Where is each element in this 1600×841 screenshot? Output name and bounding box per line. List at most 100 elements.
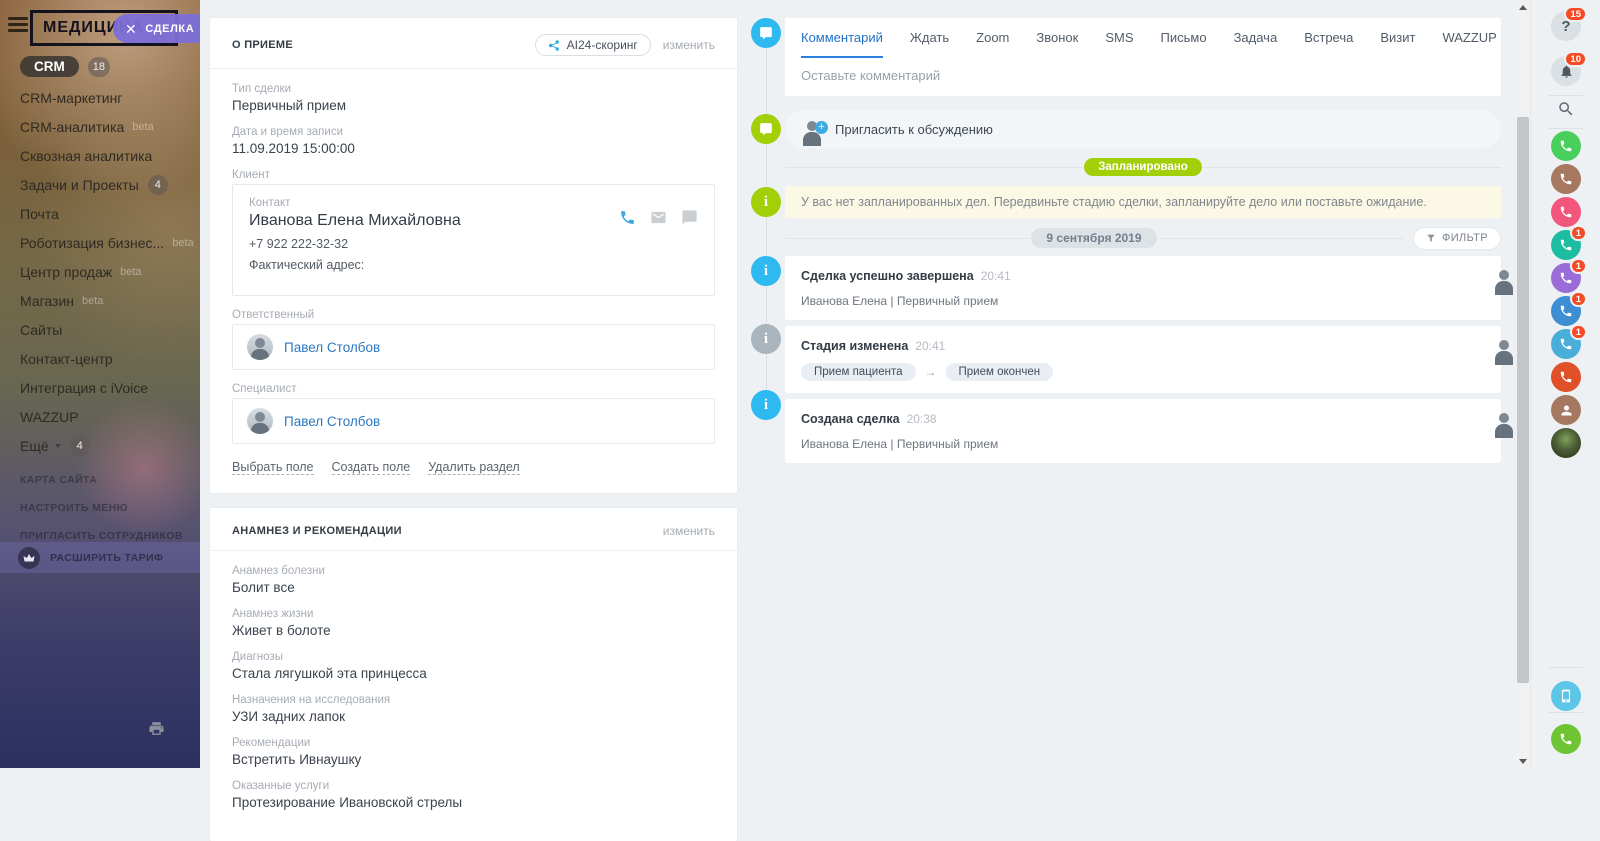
tab-call[interactable]: Звонок <box>1036 18 1078 58</box>
sidebar-item-contact-center[interactable]: Контакт-центр <box>0 344 200 373</box>
sidebar-item-sites[interactable]: Сайты <box>0 315 200 344</box>
field-client: Клиент Контакт Иванова Елена Михайловна <box>232 169 715 296</box>
contact-address-label: Фактический адрес: <box>249 258 698 272</box>
delete-section-link[interactable]: Удалить раздел <box>428 460 520 475</box>
ai-scoring-button[interactable]: AI24-скоринг <box>535 34 651 56</box>
close-icon[interactable]: ✕ <box>125 22 137 36</box>
notifications-bell-icon[interactable]: 10 <box>1551 56 1581 86</box>
sidebar-item-ivoice[interactable]: Интеграция с iVoice <box>0 373 200 402</box>
sidebar-item-more[interactable]: Ещё4 <box>0 431 200 460</box>
divider <box>1549 128 1583 129</box>
tab-email[interactable]: Письмо <box>1161 18 1207 58</box>
tab-task[interactable]: Задача <box>1234 18 1278 58</box>
search-icon[interactable] <box>1551 94 1581 124</box>
sidebar-item-crm-marketing[interactable]: CRM-маркетинг <box>0 83 200 112</box>
hamburger-menu-icon[interactable] <box>8 17 28 33</box>
email-icon[interactable] <box>650 209 667 226</box>
comment-node-icon <box>751 18 781 48</box>
crm-count-badge: 18 <box>88 57 110 77</box>
invite-to-discussion-button[interactable]: + Пригласить к обсуждению <box>785 110 1501 148</box>
sidebar-nav: CRM 18 CRM-маркетинг CRM-аналитикаbeta С… <box>0 52 200 460</box>
phone-green-icon[interactable] <box>1551 131 1581 161</box>
phone-pink-icon[interactable] <box>1551 197 1581 227</box>
field-life-anamnesis: Анамнез жизни Живет в болоте <box>232 608 715 638</box>
section-title: О ПРИЕМЕ <box>232 39 293 51</box>
phone-blue-icon[interactable]: 1 <box>1551 296 1581 326</box>
edit-section-link[interactable]: изменить <box>663 38 715 52</box>
timeline-entry-stage-changed[interactable]: Стадия изменена20:41 Прием пациента → Пр… <box>785 326 1501 393</box>
tab-zoom[interactable]: Zoom <box>976 18 1009 58</box>
timeline-stream: Комментарий Ждать Zoom Звонок SMS Письмо… <box>785 18 1501 463</box>
specialist-user-link[interactable]: Павел Столбов <box>284 414 380 429</box>
entry-info-icon: i <box>751 390 781 420</box>
timeline-entry-deal-completed[interactable]: Сделка успешно завершена20:41 Иванова Ел… <box>785 256 1501 320</box>
sidebar-item-crm-analytics[interactable]: CRM-аналитикаbeta <box>0 112 200 141</box>
phone-lightblue-icon[interactable]: 1 <box>1551 329 1581 359</box>
tab-meeting[interactable]: Встреча <box>1304 18 1353 58</box>
comment-input[interactable]: Оставьте комментарий <box>785 58 1501 93</box>
tab-visit[interactable]: Визит <box>1380 18 1415 58</box>
tab-comment[interactable]: Комментарий <box>801 18 883 58</box>
sidebar-item-sales-center[interactable]: Центр продажbeta <box>0 257 200 286</box>
phone-brown-icon[interactable] <box>1551 164 1581 194</box>
sidebar-item-wazzup[interactable]: WAZZUP <box>0 402 200 431</box>
callback-phone-icon[interactable] <box>1551 724 1581 754</box>
timeline-column: i i i i Комментарий Ждать Zoom Звонок SM… <box>740 0 1516 768</box>
responsible-user-link[interactable]: Павел Столбов <box>284 340 380 355</box>
contact-phone[interactable]: +7 922 222-32-32 <box>249 237 698 251</box>
filter-button[interactable]: ФИЛЬТР <box>1413 227 1501 250</box>
configure-menu-link[interactable]: НАСТРОИТЬ МЕНЮ <box>0 494 200 522</box>
tab-sms[interactable]: SMS <box>1105 18 1133 58</box>
timeline-entry-deal-created[interactable]: Создана сделка20:38 Иванова Елена | Перв… <box>785 399 1501 463</box>
contact-name-link[interactable]: Иванова Елена Михайловна <box>249 212 619 230</box>
sidebar-item-end-to-end-analytics[interactable]: Сквозная аналитика <box>0 141 200 170</box>
scroll-up-arrow[interactable] <box>1516 0 1530 14</box>
phone-orange-icon[interactable] <box>1551 362 1581 392</box>
field-deal-type: Тип сделки Первичный прием <box>232 83 715 113</box>
sitemap-link[interactable]: КАРТА САЙТА <box>0 466 200 494</box>
edit-section-link[interactable]: изменить <box>663 524 715 538</box>
arrow-right-icon: → <box>925 365 937 379</box>
chat-icon[interactable] <box>681 209 698 226</box>
sidebar-item-crm[interactable]: CRM 18 <box>0 52 200 81</box>
mobile-app-icon[interactable] <box>1551 681 1581 711</box>
select-field-link[interactable]: Выбрать поле <box>232 460 314 475</box>
field-research-referrals: Назначения на исследования УЗИ задних ла… <box>232 694 715 724</box>
notice-info-icon: i <box>751 187 781 217</box>
sidebar-item-mail[interactable]: Почта <box>0 199 200 228</box>
call-icon[interactable] <box>619 209 636 226</box>
scroll-down-arrow[interactable] <box>1516 754 1530 768</box>
field-recommendations: Рекомендации Встретить Ивнаушку <box>232 737 715 767</box>
phone-purple-icon[interactable]: 1 <box>1551 263 1581 293</box>
scrollbar-thumb[interactable] <box>1517 117 1529 683</box>
responsible-card: Павел Столбов <box>232 324 715 370</box>
phone-teal-icon[interactable]: 1 <box>1551 230 1581 260</box>
sidebar-item-store[interactable]: Магазинbeta <box>0 286 200 315</box>
create-field-link[interactable]: Создать поле <box>332 460 411 475</box>
activity-tabs: Комментарий Ждать Zoom Звонок SMS Письмо… <box>785 18 1501 58</box>
field-specialist: Специалист Павел Столбов <box>232 383 715 444</box>
channel-count-badge: 1 <box>1570 324 1587 340</box>
tasks-count-badge: 4 <box>148 175 168 195</box>
tab-wazzup[interactable]: WAZZUP <box>1442 18 1496 58</box>
field-disease-anamnesis: Анамнез болезни Болит все <box>232 565 715 595</box>
sidebar-item-tasks-projects[interactable]: Задачи и Проекты4 <box>0 170 200 199</box>
stage-from-badge: Прием пациента <box>801 363 916 381</box>
channel-count-badge: 1 <box>1570 291 1587 307</box>
field-services-provided: Оказанные услуги Протезирование Ивановск… <box>232 780 715 810</box>
divider <box>210 550 737 551</box>
avatar <box>247 334 273 360</box>
client-card: Контакт Иванова Елена Михайловна <box>232 184 715 296</box>
user-avatar[interactable] <box>1551 428 1581 458</box>
contact-person-icon[interactable] <box>1551 395 1581 425</box>
vertical-scrollbar[interactable] <box>1516 0 1530 768</box>
help-icon[interactable]: ? 15 <box>1551 11 1581 41</box>
notifications-count-badge: 10 <box>1564 51 1587 67</box>
upgrade-tariff-button[interactable]: РАСШИРИТЬ ТАРИФ <box>0 542 200 573</box>
tab-wait[interactable]: Ждать <box>910 18 949 58</box>
deal-tab[interactable]: ✕ СДЕЛКА <box>113 14 200 43</box>
beta-tag: beta <box>120 266 141 278</box>
printer-icon[interactable] <box>148 720 165 737</box>
avatar <box>247 408 273 434</box>
sidebar-item-rpa[interactable]: Роботизация бизнес...beta <box>0 228 200 257</box>
